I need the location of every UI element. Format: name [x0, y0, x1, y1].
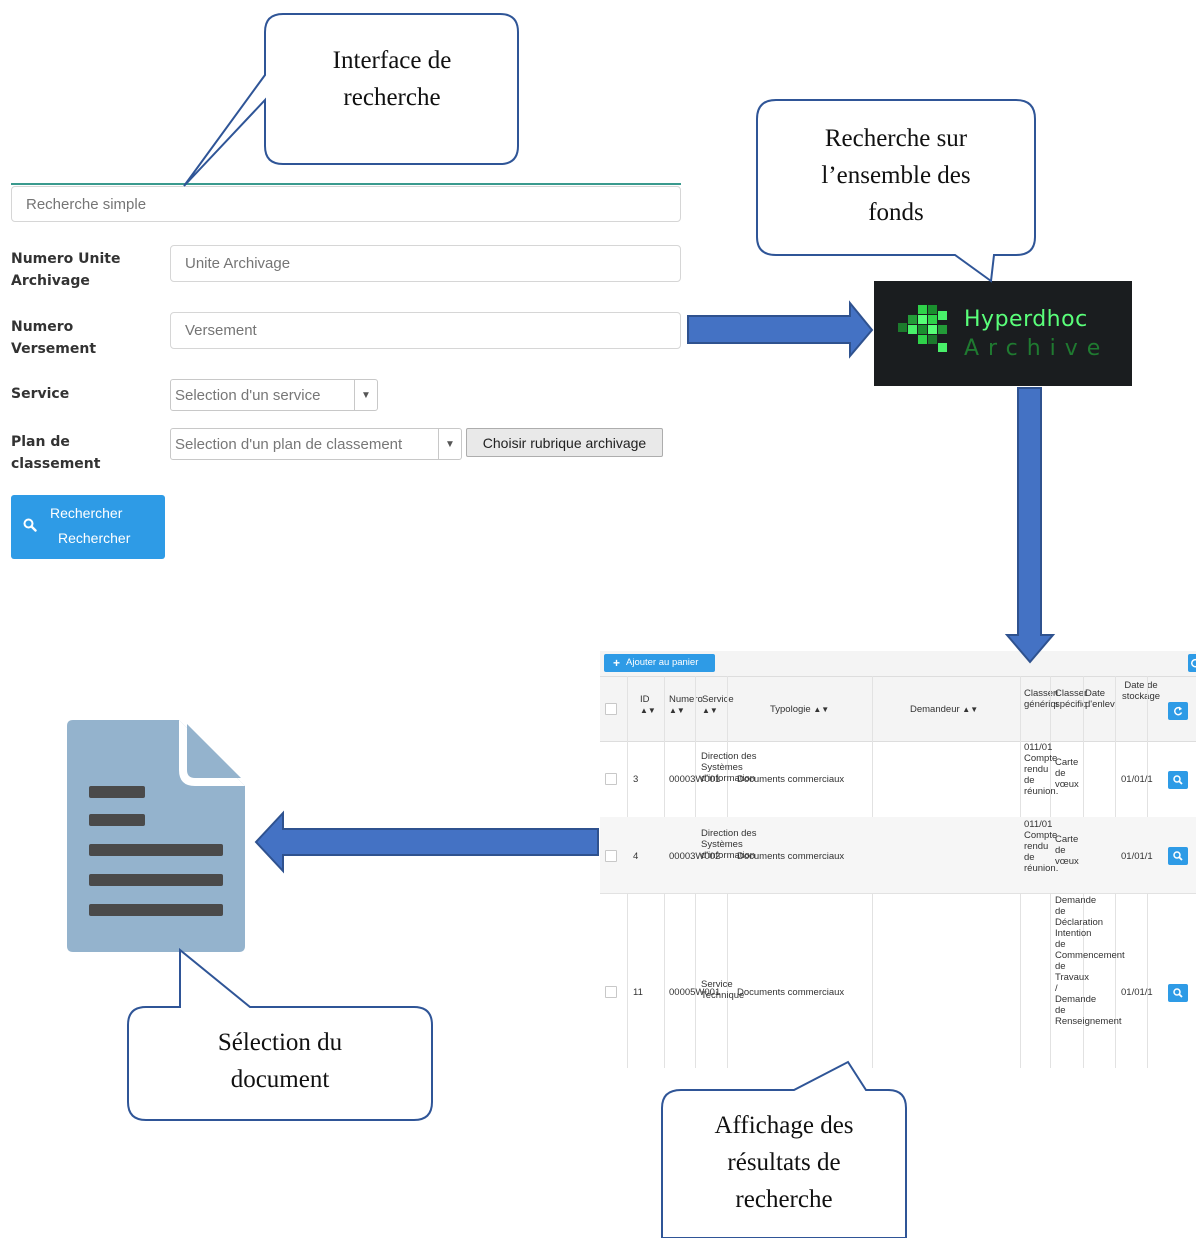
- callout-fonds-text: Recherche sur l’ensemble des fonds: [821, 125, 971, 226]
- row-typologie: Documents commerciaux: [737, 851, 845, 862]
- unite-archivage-label: Numero Unite Archivage: [11, 251, 121, 289]
- rechercher-label-1: Rechercher: [50, 505, 123, 521]
- row-specifique: Carte de vœux: [1055, 834, 1079, 867]
- refresh-icon: [1191, 658, 1196, 668]
- sort-icon: ▲▼: [640, 706, 656, 715]
- view-document-button[interactable]: [1168, 771, 1188, 789]
- rechercher-button[interactable]: Rechercher Rechercher: [11, 495, 165, 559]
- search-icon: [23, 518, 37, 532]
- header-date-enlevement[interactable]: Date d'enlevement: [1085, 688, 1115, 710]
- service-select-value: Selection d'un service: [175, 386, 321, 404]
- service-label: Service: [11, 386, 70, 402]
- sort-icon: ▲▼: [813, 705, 830, 714]
- row-specifique: Carte de vœux: [1055, 757, 1079, 790]
- row-checkbox[interactable]: [605, 986, 617, 998]
- search-icon: [1173, 851, 1183, 861]
- document-icon: [67, 720, 245, 952]
- form-top-border: [11, 183, 681, 185]
- row-checkbox[interactable]: [605, 850, 617, 862]
- hyperdhoc-logo: Hyperdhoc Archive: [874, 281, 1132, 386]
- plus-icon: +: [613, 656, 621, 670]
- add-to-cart-label: Ajouter au panier: [626, 657, 699, 668]
- logo-subtitle: Archive: [964, 336, 1110, 361]
- unite-archivage-input[interactable]: [170, 245, 681, 282]
- table-row[interactable]: 11 00005W001 Service Technique Documents…: [600, 893, 1196, 1068]
- chevron-down-icon: ▼: [354, 380, 377, 410]
- add-to-cart-button[interactable]: + Ajouter au panier: [604, 654, 715, 672]
- logo-pixel-icon: [898, 305, 947, 352]
- row-typologie: Documents commerciaux: [737, 987, 845, 998]
- row-date: 01/01/1: [1121, 774, 1153, 785]
- header-service[interactable]: Service ▲▼: [702, 694, 734, 716]
- sort-icon: ▲▼: [669, 706, 685, 715]
- refresh-icon: [1174, 706, 1183, 716]
- header-classement-generique[interactable]: Classement générique: [1024, 688, 1058, 710]
- choisir-rubrique-button[interactable]: Choisir rubrique archivage: [466, 428, 663, 457]
- header-numero[interactable]: Numero ▲▼: [669, 694, 705, 716]
- plan-classement-select[interactable]: Selection d'un plan de classement ▼: [170, 428, 462, 460]
- rechercher-label-2: Rechercher: [58, 530, 131, 546]
- view-document-button[interactable]: [1168, 847, 1188, 865]
- versement-input[interactable]: [170, 312, 681, 349]
- callout-interface-text: Interface de recherche: [332, 47, 452, 111]
- search-icon: [1173, 988, 1183, 998]
- header-date-stockage[interactable]: Date de stockage: [1122, 680, 1160, 702]
- row-specifique: Demande de Déclaration Intention de Comm…: [1055, 895, 1125, 1027]
- plan-classement-label: Plan de classement: [11, 434, 101, 472]
- view-document-button[interactable]: [1168, 984, 1188, 1002]
- header-demandeur[interactable]: Demandeur ▲▼: [910, 704, 978, 715]
- search-icon: [1173, 775, 1183, 785]
- row-id: 11: [633, 987, 643, 998]
- row-typologie: Documents commerciaux: [737, 774, 845, 785]
- results-panel: + Ajouter au panier ID ▲▼ Numero ▲▼ Servic…: [600, 651, 1196, 1068]
- sort-icon: ▲▼: [702, 706, 718, 715]
- results-toolbar: + Ajouter au panier: [600, 651, 1196, 676]
- header-id[interactable]: ID ▲▼: [640, 694, 656, 716]
- arrow-down: [1004, 387, 1056, 664]
- row-checkbox[interactable]: [605, 773, 617, 785]
- refresh-top-button[interactable]: [1188, 654, 1196, 672]
- versement-label: Numero Versement: [11, 319, 97, 357]
- row-id: 3: [633, 774, 639, 785]
- callout-affichage-text: Affichage des résultats de recherche: [714, 1112, 854, 1213]
- sort-icon: ▲▼: [962, 705, 979, 714]
- service-select[interactable]: Selection d'un service ▼: [170, 379, 378, 411]
- table-header: ID ▲▼ Numero ▲▼ Service ▲▼ Typologie ▲▼ Dem…: [600, 676, 1196, 742]
- logo-name: Hyperdhoc: [964, 307, 1088, 332]
- simple-search-input[interactable]: [11, 186, 681, 222]
- refresh-header-button[interactable]: [1168, 702, 1188, 720]
- table-row[interactable]: 3 00003W001 Direction des Systèmes d'inf…: [600, 740, 1196, 818]
- header-typologie[interactable]: Typologie ▲▼: [770, 704, 829, 715]
- chevron-down-icon: ▼: [438, 429, 461, 459]
- row-generique: 011/01 Compte rendu de réunion.: [1024, 742, 1059, 797]
- plan-select-value: Selection d'un plan de classement: [175, 435, 403, 453]
- row-id: 4: [633, 851, 639, 862]
- row-date: 01/01/1: [1121, 987, 1153, 998]
- row-generique: 011/01 Compte rendu de réunion.: [1024, 819, 1059, 874]
- select-all-checkbox[interactable]: [605, 703, 617, 715]
- row-date: 01/01/1: [1121, 851, 1153, 862]
- arrow-left: [254, 810, 599, 874]
- arrow-right: [687, 300, 874, 359]
- table-row[interactable]: 4 00003W002 Direction des Systèmes d'inf…: [600, 817, 1196, 894]
- callout-selection-text: Sélection du document: [217, 1029, 343, 1093]
